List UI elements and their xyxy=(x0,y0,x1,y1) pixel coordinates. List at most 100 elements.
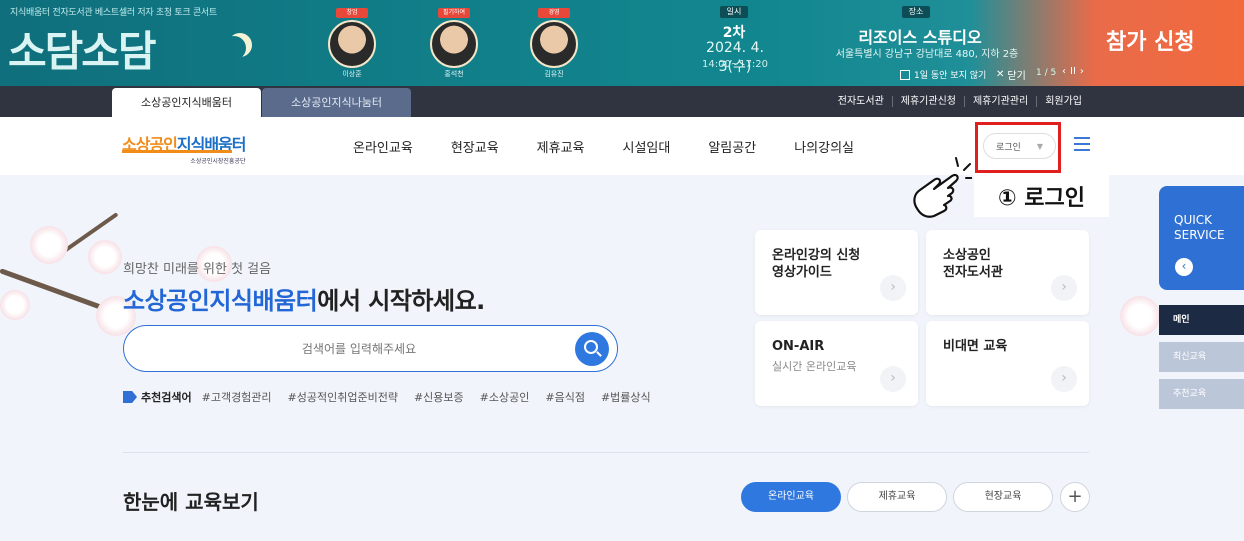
tab-onsite-education[interactable]: 현장교육 xyxy=(953,482,1053,512)
place-label: 장소 xyxy=(902,6,930,18)
tab-knowledge-school[interactable]: 소상공인지식배움터 xyxy=(112,88,261,117)
chevron-right-icon[interactable]: › xyxy=(1051,275,1077,301)
speaker-card: 경영 김유진 xyxy=(524,8,584,78)
close-banner-button[interactable]: ✕ 닫기 xyxy=(996,67,1026,82)
quick-service-panel: QUICK SERVICE ‹ xyxy=(1159,186,1244,290)
tab-partner-education[interactable]: 제휴교육 xyxy=(847,482,947,512)
keywords-label: 추천검색어 xyxy=(141,391,192,404)
card-title: 온라인강의 신청 영상가이드 xyxy=(772,248,861,280)
utility-links: 전자도서관 제휴기관신청 제휴기관관리 회원가입 xyxy=(830,86,1090,117)
nav-onsite-education[interactable]: 현장교육 xyxy=(432,137,518,156)
keyword-link[interactable]: #고객경험관리 xyxy=(202,389,272,405)
tag-icon xyxy=(123,391,137,403)
chevron-right-icon[interactable]: › xyxy=(1051,366,1077,392)
chevron-down-icon: ▼ xyxy=(1036,141,1043,151)
annotation-login: ① 로그인 xyxy=(974,175,1109,217)
link-partner-manage[interactable]: 제휴기관관리 xyxy=(963,96,1036,107)
speaker-photo xyxy=(430,20,478,68)
side-menu-latest[interactable]: 최신교육 xyxy=(1159,342,1244,372)
banner-pager: 1 / 5 xyxy=(1036,68,1057,78)
link-ebook-library[interactable]: 전자도서관 xyxy=(830,96,892,107)
search-box xyxy=(123,325,618,372)
card-remote-education[interactable]: 비대면 교육 › xyxy=(926,321,1089,406)
hero-title: 소상공인지식배움터에서 시작하세요. xyxy=(123,281,485,316)
event-time: 14:00~17:20 xyxy=(701,59,768,70)
keyword-link[interactable]: #소상공인 xyxy=(480,389,530,405)
card-subtitle: 실시간 온라인교육 xyxy=(772,360,857,373)
nav-my-classroom[interactable]: 나의강의실 xyxy=(775,137,873,156)
side-menu-recommended[interactable]: 추천교육 xyxy=(1159,379,1244,409)
speaker-photo xyxy=(530,20,578,68)
card-title: 소상공인 전자도서관 xyxy=(943,248,1003,280)
login-button[interactable]: 로그인 ▼ xyxy=(983,133,1056,159)
quick-service-title: QUICK SERVICE xyxy=(1174,213,1225,242)
banner-tagline: 지식배움터 전자도서관 베스트셀러 저자 초청 토크 콘서트 xyxy=(10,8,217,18)
nav-partner-education[interactable]: 제휴교육 xyxy=(518,137,604,156)
event-round: 2차 xyxy=(722,25,746,41)
site-logo[interactable]: 소상공인지식배움터 소상공인시장진흥공단 xyxy=(122,131,246,165)
card-title: ON-AIR xyxy=(772,339,825,354)
speaker-name: 김유진 xyxy=(544,70,564,78)
speaker-name: 홍석천 xyxy=(444,70,464,78)
plus-icon[interactable]: + xyxy=(1060,482,1090,512)
pointing-hand-icon xyxy=(913,157,972,218)
tab-online-education[interactable]: 온라인교육 xyxy=(741,482,841,512)
tab-knowledge-share[interactable]: 소상공인지식나눔터 xyxy=(262,88,411,117)
hide-today-label: 1일 동안 보지 않기 xyxy=(914,71,987,81)
hero-title-highlight: 소상공인지식배움터 xyxy=(123,287,318,315)
chevron-right-icon[interactable]: › xyxy=(880,275,906,301)
speaker-role: 필기하여 xyxy=(438,8,470,18)
speaker-role: 창업 xyxy=(336,8,368,18)
prev-icon[interactable]: ‹ xyxy=(1062,66,1066,77)
nav-online-education[interactable]: 온라인교육 xyxy=(334,137,432,156)
side-menu-main[interactable]: 메인 xyxy=(1159,305,1244,335)
keyword-link[interactable]: #법률상식 xyxy=(601,389,651,405)
speaker-name: 이상훈 xyxy=(342,70,362,78)
date-label: 일시 xyxy=(720,6,748,18)
event-date: 2024. 4. 3(수) xyxy=(706,40,764,75)
logo-sub: 소상공인시장진흥공단 xyxy=(190,158,246,165)
speaker-photo xyxy=(328,20,376,68)
keyword-link[interactable]: #성공적인취업준비전략 xyxy=(288,389,398,405)
search-input[interactable] xyxy=(144,336,574,362)
hamburger-menu-icon[interactable] xyxy=(1074,137,1090,151)
promo-banner[interactable]: 지식배움터 전자도서관 베스트셀러 저자 초청 토크 콘서트 소담소담 창업 이… xyxy=(0,0,1244,86)
card-title: 비대면 교육 xyxy=(943,339,1008,354)
close-label: 닫기 xyxy=(1007,71,1026,82)
utility-bar: 소상공인지식배움터 소상공인지식나눔터 전자도서관 제휴기관신청 제휴기관관리 … xyxy=(0,86,1244,117)
apply-button[interactable]: 참가 신청 xyxy=(1106,24,1195,56)
card-online-guide[interactable]: 온라인강의 신청 영상가이드 › xyxy=(755,230,918,315)
main-header: 소상공인지식배움터 소상공인시장진흥공단 온라인교육 현장교육 제휴교육 시설임… xyxy=(0,117,1244,175)
main-nav: 온라인교육 현장교육 제휴교육 시설임대 알림공간 나의강의실 xyxy=(334,117,873,175)
section-title: 한눈에 교육보기 xyxy=(123,490,259,514)
chevron-left-icon[interactable]: ‹ xyxy=(1175,258,1193,276)
section-divider xyxy=(123,452,1089,453)
pause-icon[interactable]: II xyxy=(1070,66,1076,77)
moon-icon xyxy=(222,36,246,60)
recommended-keywords: 추천검색어 #고객경험관리 #성공적인취업준비전략 #신용보증 #소상공인 #음… xyxy=(123,389,667,405)
speaker-card: 필기하여 홍석천 xyxy=(424,8,484,78)
hide-today-checkbox[interactable]: 1일 동안 보지 않기 xyxy=(900,68,986,81)
next-icon[interactable]: › xyxy=(1080,66,1084,77)
keyword-link[interactable]: #신용보증 xyxy=(414,389,464,405)
speaker-card: 창업 이상훈 xyxy=(322,8,382,78)
banner-pager-controls: ‹ II › xyxy=(1062,66,1084,77)
event-address: 서울특별시 강남구 강남대로 480, 지하 2층 xyxy=(835,49,1019,60)
hero-subtitle: 희망찬 미래를 위한 첫 걸음 xyxy=(123,262,272,277)
hero-title-rest: 에서 시작하세요. xyxy=(317,287,485,315)
speaker-role: 경영 xyxy=(538,8,570,18)
login-label: 로그인 xyxy=(996,142,1021,153)
card-ebook-library[interactable]: 소상공인 전자도서관 › xyxy=(926,230,1089,315)
card-on-air[interactable]: ON-AIR 실시간 온라인교육 › xyxy=(755,321,918,406)
logo-underline xyxy=(122,150,232,153)
close-icon: ✕ xyxy=(996,69,1005,80)
search-button[interactable] xyxy=(575,332,609,366)
link-partner-apply[interactable]: 제휴기관신청 xyxy=(891,96,964,107)
checkbox-icon[interactable] xyxy=(900,69,910,80)
banner-logo: 소담소담 xyxy=(8,27,157,76)
nav-facility-rental[interactable]: 시설임대 xyxy=(604,137,690,156)
keyword-link[interactable]: #음식점 xyxy=(545,389,585,405)
chevron-right-icon[interactable]: › xyxy=(880,366,906,392)
link-signup[interactable]: 회원가입 xyxy=(1036,96,1090,107)
nav-notice[interactable]: 알림공간 xyxy=(689,137,775,156)
